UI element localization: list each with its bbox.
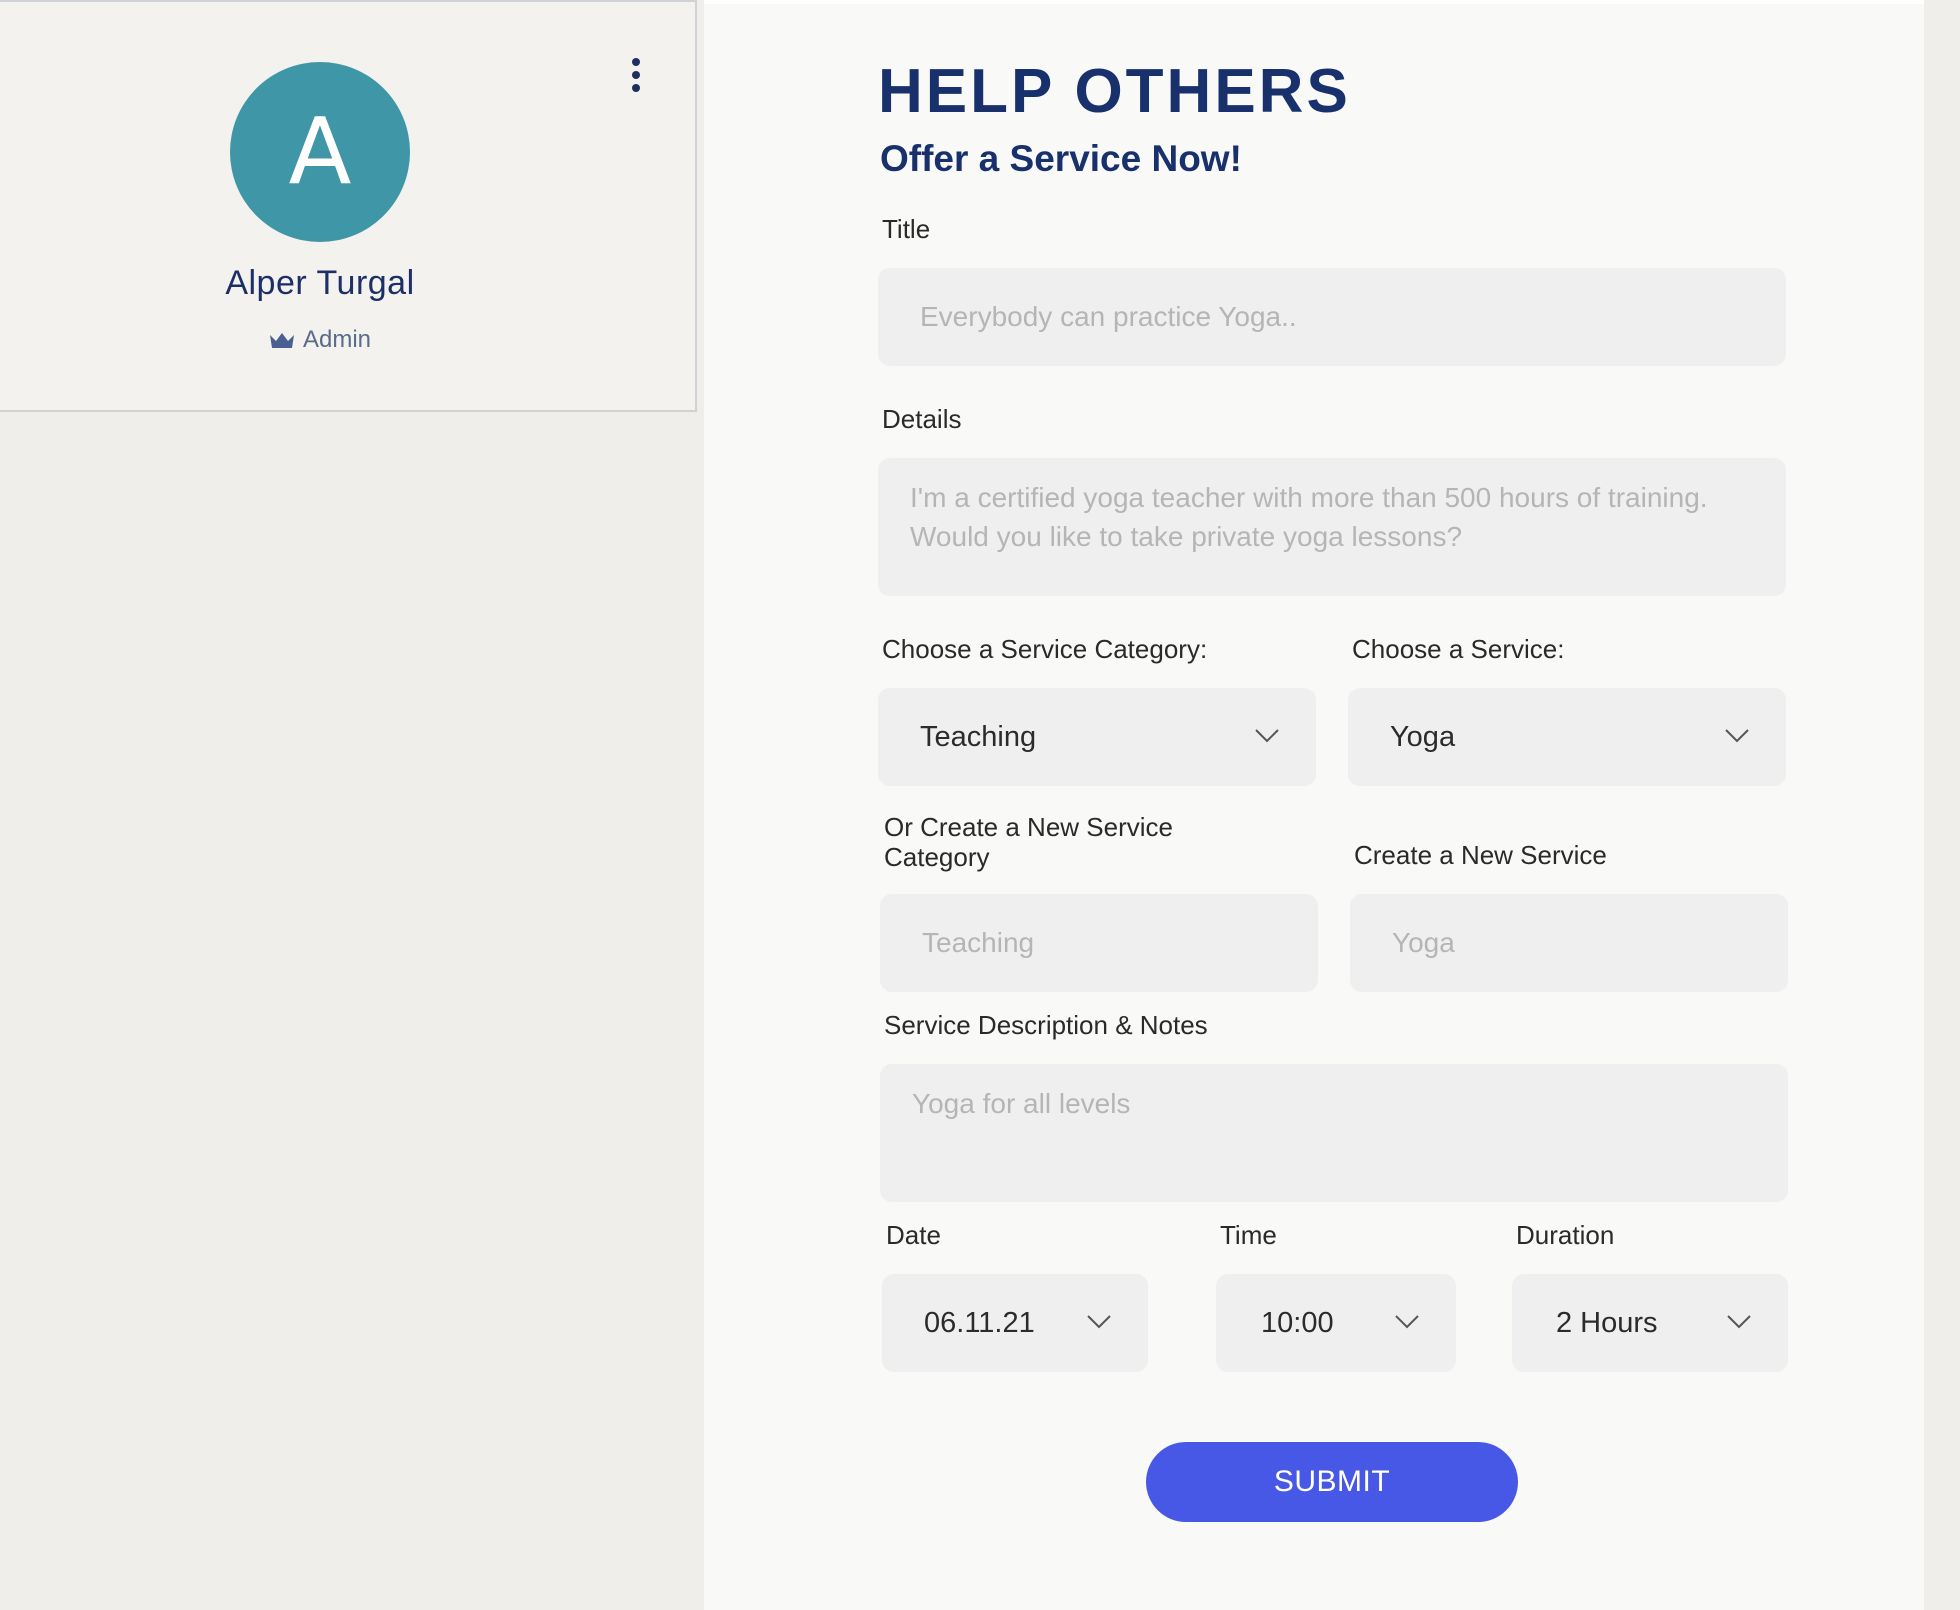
crown-icon [269, 333, 294, 348]
service-select-value: Yoga [1390, 721, 1456, 753]
chevron-down-icon [1087, 1315, 1111, 1329]
user-name: Alper Turgal [225, 264, 415, 302]
duration-select-value: 2 Hours [1556, 1307, 1658, 1339]
page-title: HELP OTHERS [878, 57, 1351, 126]
duration-label: Duration [1516, 1220, 1615, 1250]
details-placeholder: I'm a certified yoga teacher with more t… [910, 482, 1708, 552]
new-category-input[interactable]: Teaching [880, 894, 1318, 992]
user-role-label: Admin [302, 326, 372, 353]
chevron-down-icon [1255, 729, 1279, 743]
submit-button[interactable]: SUBMIT [1146, 1442, 1518, 1522]
date-label: Date [886, 1220, 941, 1250]
profile-card: A Alper Turgal Admin [0, 0, 697, 412]
title-input[interactable]: Everybody can practice Yoga.. [878, 268, 1786, 366]
category-label: Choose a Service Category: [882, 634, 1208, 664]
time-select[interactable]: 10:00 [1216, 1274, 1456, 1372]
user-role: Admin [0, 326, 640, 354]
new-category-placeholder: Teaching [922, 927, 1035, 958]
description-label: Service Description & Notes [884, 1010, 1208, 1040]
service-select[interactable]: Yoga [1348, 688, 1786, 786]
new-service-placeholder: Yoga [1392, 927, 1455, 958]
title-label: Title [882, 214, 931, 244]
new-service-input[interactable]: Yoga [1350, 894, 1788, 992]
chevron-down-icon [1725, 729, 1749, 743]
date-select[interactable]: 06.11.21 [882, 1274, 1148, 1372]
service-label: Choose a Service: [1352, 634, 1565, 664]
more-vertical-icon[interactable] [624, 58, 648, 98]
chevron-down-icon [1395, 1315, 1419, 1329]
duration-select[interactable]: 2 Hours [1512, 1274, 1788, 1372]
category-select[interactable]: Teaching [878, 688, 1316, 786]
details-textarea[interactable]: I'm a certified yoga teacher with more t… [878, 458, 1786, 596]
description-textarea[interactable]: Yoga for all levels [880, 1064, 1788, 1202]
details-label: Details [882, 404, 962, 434]
time-select-value: 10:00 [1261, 1307, 1334, 1339]
avatar: A [230, 62, 410, 242]
title-placeholder: Everybody can practice Yoga.. [920, 301, 1297, 332]
category-select-value: Teaching [920, 721, 1037, 753]
page-subtitle: Offer a Service Now! [880, 138, 1242, 179]
date-select-value: 06.11.21 [924, 1307, 1035, 1339]
new-category-label: Or Create a New Service Category [884, 812, 1173, 872]
description-placeholder: Yoga for all levels [912, 1088, 1131, 1119]
chevron-down-icon [1727, 1315, 1751, 1329]
time-label: Time [1220, 1220, 1277, 1250]
new-service-label: Create a New Service [1354, 840, 1607, 870]
